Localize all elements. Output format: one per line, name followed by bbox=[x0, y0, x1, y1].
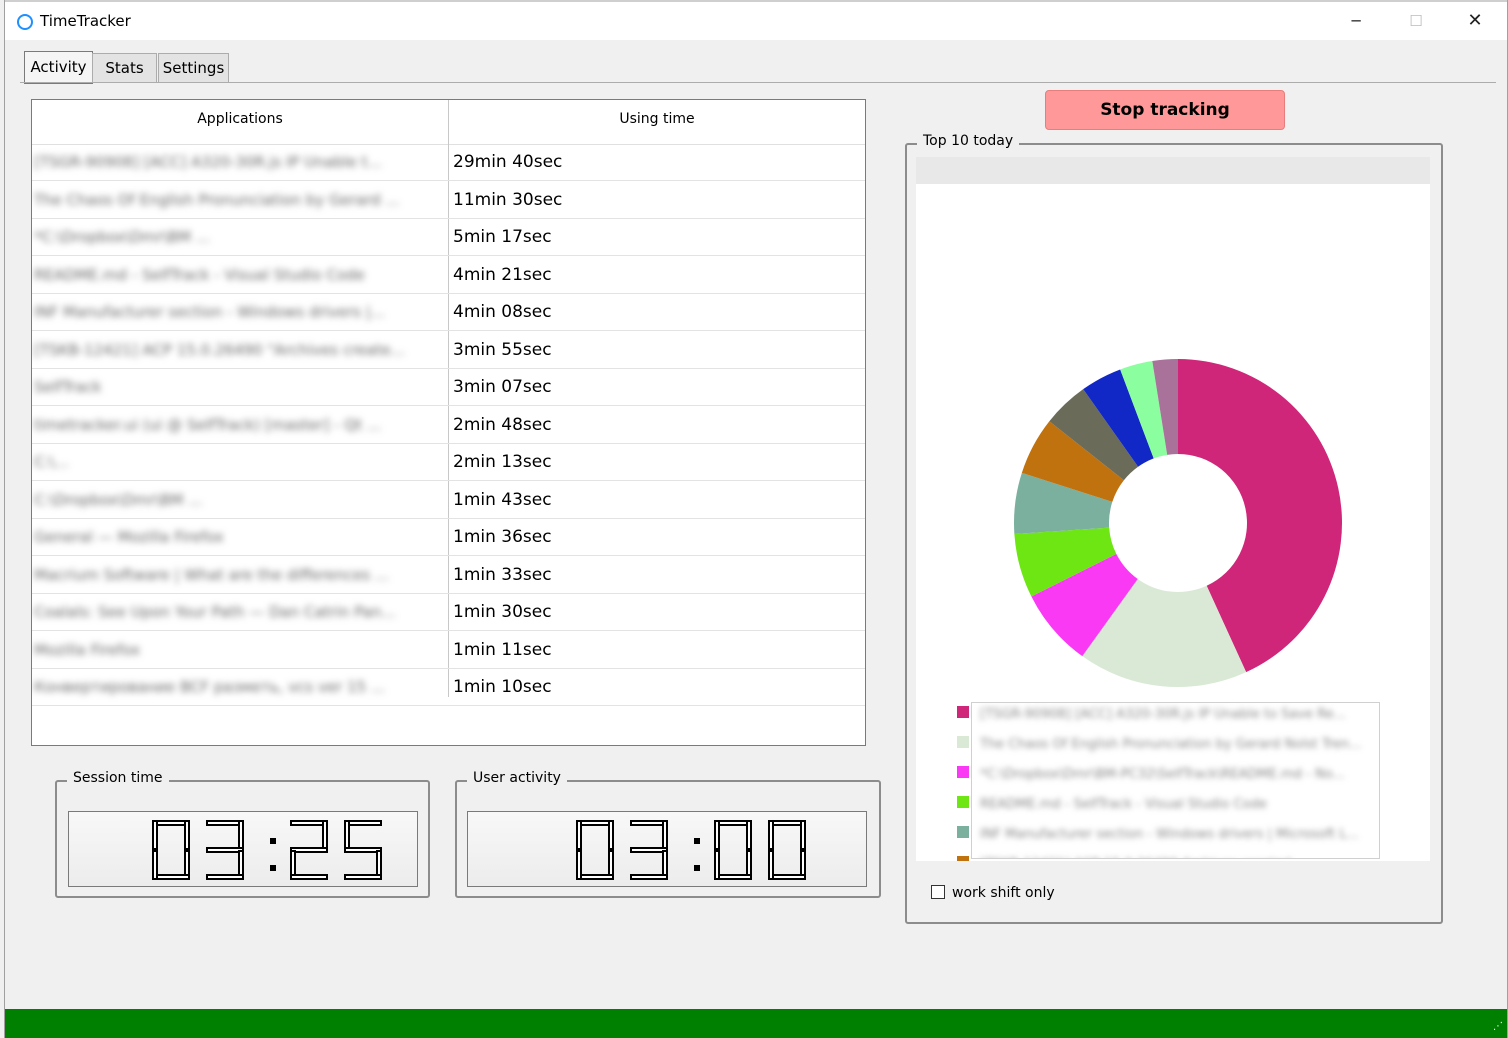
using-time-cell: 1min 30sec bbox=[453, 602, 552, 622]
lcd-colon bbox=[270, 838, 276, 844]
chart-legend[interactable]: [TSGR-90908] [ACC] A320-30R.js IP Unable… bbox=[971, 702, 1380, 859]
resize-grip-icon[interactable]: ⋰ bbox=[1493, 1022, 1503, 1032]
legend-item: The Chaos Of English Pronunciation by Ge… bbox=[980, 737, 1362, 752]
status-bar bbox=[5, 1009, 1507, 1038]
using-time-cell: 2min 48sec bbox=[453, 414, 552, 435]
using-time-cell: 1min 33sec bbox=[453, 564, 552, 585]
tab-activity[interactable]: Activity bbox=[24, 51, 93, 84]
top10-title: Top 10 today bbox=[917, 133, 1020, 149]
table-row[interactable]: README.md - SelfTrack - Visual Studio Co… bbox=[32, 257, 865, 294]
session-time-display bbox=[68, 811, 418, 887]
table-row[interactable]: SelfTrack 3min 07sec bbox=[32, 369, 865, 406]
using-time-cell: 4min 21sec bbox=[453, 264, 552, 285]
table-row[interactable]: Coalals: See Upon Your Path — Dan Catrin… bbox=[32, 594, 865, 631]
main-window: TimeTracker ─ ☐ ✕ Activity Stats Setting… bbox=[4, 0, 1508, 1038]
app-name-cell: Конвертирование BCF pазметь, vcs ver 15 … bbox=[34, 678, 386, 696]
table-row[interactable]: *C:\Dropbox\Dmr\BM ... 5min 17sec bbox=[32, 219, 865, 256]
legend-item: [TSGR-90908] [ACC] A320-30R.js IP Unable… bbox=[980, 707, 1346, 722]
app-name-cell: C:\... bbox=[34, 453, 69, 471]
table-row[interactable]: Конвертирование BCF pазметь, vcs ver 15 … bbox=[32, 669, 865, 706]
table-row[interactable]: Mozilla Firefox 1min 11sec bbox=[32, 632, 865, 669]
using-time-cell: 1min 36sec bbox=[453, 527, 552, 547]
lcd-digit bbox=[714, 820, 752, 880]
lcd-digit bbox=[630, 820, 668, 880]
user-activity-label: User activity bbox=[467, 770, 567, 786]
lcd-digit bbox=[206, 820, 244, 880]
session-time-group: Session time bbox=[55, 770, 430, 898]
legend-item: *C:\Dropbox\Dmr\BM-PC32\SelfTrack\README… bbox=[980, 767, 1345, 782]
legend-swatch bbox=[957, 766, 969, 778]
using-time-cell: 3min 07sec bbox=[453, 377, 552, 397]
stop-tracking-button[interactable]: Stop tracking bbox=[1045, 90, 1285, 130]
app-name-cell: timetracker.ui (ui @ SelfTrack) [master]… bbox=[34, 415, 382, 434]
column-header-applications[interactable]: Applications bbox=[32, 100, 449, 144]
lcd-colon bbox=[694, 838, 700, 844]
legend-swatch bbox=[957, 826, 969, 838]
app-name-cell: README.md - SelfTrack - Visual Studio Co… bbox=[34, 265, 365, 284]
legend-item: INF Manufacturer section - Windows drive… bbox=[980, 827, 1359, 842]
table-row[interactable]: C:\Dropbox\Dmr\BM ... 1min 43sec bbox=[32, 482, 865, 519]
legend-item: README.md - SelfTrack - Visual Studio Co… bbox=[980, 797, 1267, 812]
maximize-button[interactable]: ☐ bbox=[1393, 8, 1439, 34]
tab-divider bbox=[20, 82, 1496, 83]
table-row[interactable]: Macrium Software | What are the differen… bbox=[32, 557, 865, 594]
app-name-cell: The Chaos Of English Pronunciation by Ge… bbox=[34, 190, 400, 209]
lcd-colon bbox=[270, 865, 276, 871]
tab-stats[interactable]: Stats bbox=[92, 53, 157, 83]
applications-table[interactable]: Applications Using time [TSGR-90908] [AC… bbox=[31, 99, 866, 746]
app-name-cell: Macrium Software | What are the differen… bbox=[34, 565, 390, 584]
app-icon bbox=[17, 14, 33, 30]
using-time-cell: 5min 17sec bbox=[453, 227, 552, 247]
window-title: TimeTracker bbox=[40, 12, 131, 30]
table-row[interactable]: The Chaos Of English Pronunciation by Ge… bbox=[32, 182, 865, 219]
user-activity-display bbox=[467, 811, 867, 887]
app-name-cell: Coalals: See Upon Your Path — Dan Catrin… bbox=[34, 603, 396, 621]
table-row[interactable]: INF Manufacturer section - Windows drive… bbox=[32, 294, 865, 331]
table-row[interactable]: [TSKB-12421] ACP 15.0.26490 "Archives cr… bbox=[32, 332, 865, 369]
app-name-cell: INF Manufacturer section - Windows drive… bbox=[34, 303, 386, 321]
lcd-digit bbox=[290, 820, 328, 880]
using-time-cell: 2min 13sec bbox=[453, 452, 552, 472]
work-shift-label[interactable]: work shift only bbox=[952, 885, 1055, 901]
donut-chart bbox=[1014, 359, 1342, 687]
lcd-digit bbox=[344, 820, 382, 880]
table-row[interactable]: timetracker.ui (ui @ SelfTrack) [master]… bbox=[32, 407, 865, 444]
column-header-using-time[interactable]: Using time bbox=[449, 100, 865, 144]
app-name-cell: C:\Dropbox\Dmr\BM ... bbox=[34, 490, 203, 509]
using-time-cell: 3min 55sec bbox=[453, 339, 552, 360]
app-name-cell: [TSGR-90908] [ACC] A320-30R.js IP Unable… bbox=[34, 153, 382, 171]
minimize-button[interactable]: ─ bbox=[1333, 8, 1379, 34]
lcd-digit bbox=[768, 820, 806, 880]
lcd-colon bbox=[694, 865, 700, 871]
using-time-cell: 1min 43sec bbox=[453, 489, 552, 510]
table-row[interactable]: General — Mozilla Firefox 1min 36sec bbox=[32, 519, 865, 556]
using-time-cell: 11min 30sec bbox=[453, 189, 563, 210]
app-name-cell: General — Mozilla Firefox bbox=[34, 528, 224, 546]
session-time-label: Session time bbox=[67, 770, 169, 786]
legend-swatch bbox=[957, 706, 969, 718]
using-time-cell: 4min 08sec bbox=[453, 302, 552, 322]
app-name-cell: SelfTrack bbox=[34, 378, 102, 396]
table-row[interactable]: C:\... 2min 13sec bbox=[32, 444, 865, 481]
user-activity-group: User activity bbox=[455, 770, 881, 898]
using-time-cell: 29min 40sec bbox=[453, 152, 563, 172]
using-time-cell: 1min 11sec bbox=[453, 639, 552, 660]
legend-item: [TSKB-12421] ACP 15.0.26490 Archives cre… bbox=[980, 850, 1370, 858]
legend-swatch bbox=[957, 856, 969, 861]
using-time-cell: 1min 10sec bbox=[453, 677, 552, 697]
app-name-cell: Mozilla Firefox bbox=[34, 640, 141, 659]
work-shift-checkbox[interactable] bbox=[931, 885, 945, 899]
tab-settings[interactable]: Settings bbox=[158, 53, 229, 83]
lcd-digit bbox=[152, 820, 190, 880]
chart-toolbar-strip bbox=[916, 157, 1430, 184]
legend-swatch bbox=[957, 796, 969, 808]
lcd-digit bbox=[576, 820, 614, 880]
title-bar: TimeTracker ─ ☐ ✕ bbox=[5, 0, 1507, 40]
legend-swatch bbox=[957, 736, 969, 748]
close-button[interactable]: ✕ bbox=[1452, 8, 1498, 34]
table-row[interactable]: [TSGR-90908] [ACC] A320-30R.js IP Unable… bbox=[32, 144, 865, 181]
app-name-cell: *C:\Dropbox\Dmr\BM ... bbox=[34, 228, 211, 246]
app-name-cell: [TSKB-12421] ACP 15.0.26490 "Archives cr… bbox=[34, 340, 405, 359]
